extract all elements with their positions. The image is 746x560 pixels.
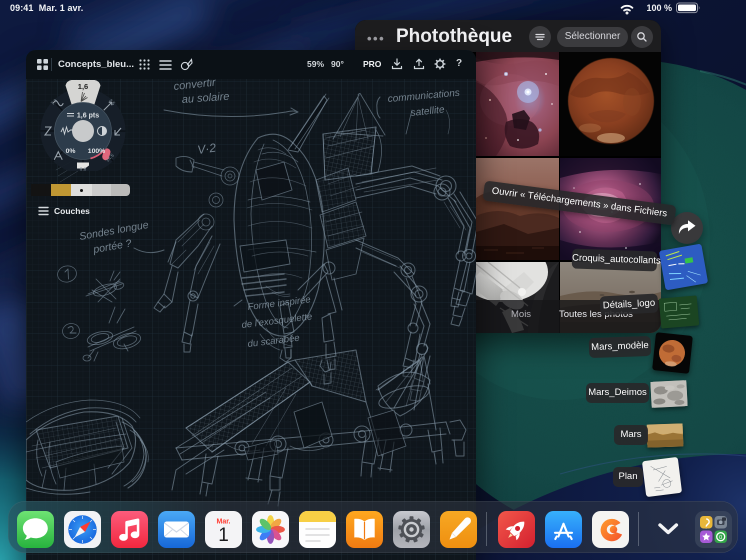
svg-text:0: 0 (719, 535, 722, 541)
svg-text:6,8: 6,8 (80, 167, 87, 172)
svg-text:0%: 0% (66, 148, 76, 155)
svg-text:V·2: V·2 (196, 140, 217, 157)
svg-text:1,6 pts: 1,6 pts (77, 113, 99, 120)
svg-text:100%: 100% (88, 148, 105, 155)
svg-text:1: 1 (218, 525, 229, 546)
svg-text:1,6: 1,6 (78, 82, 88, 91)
